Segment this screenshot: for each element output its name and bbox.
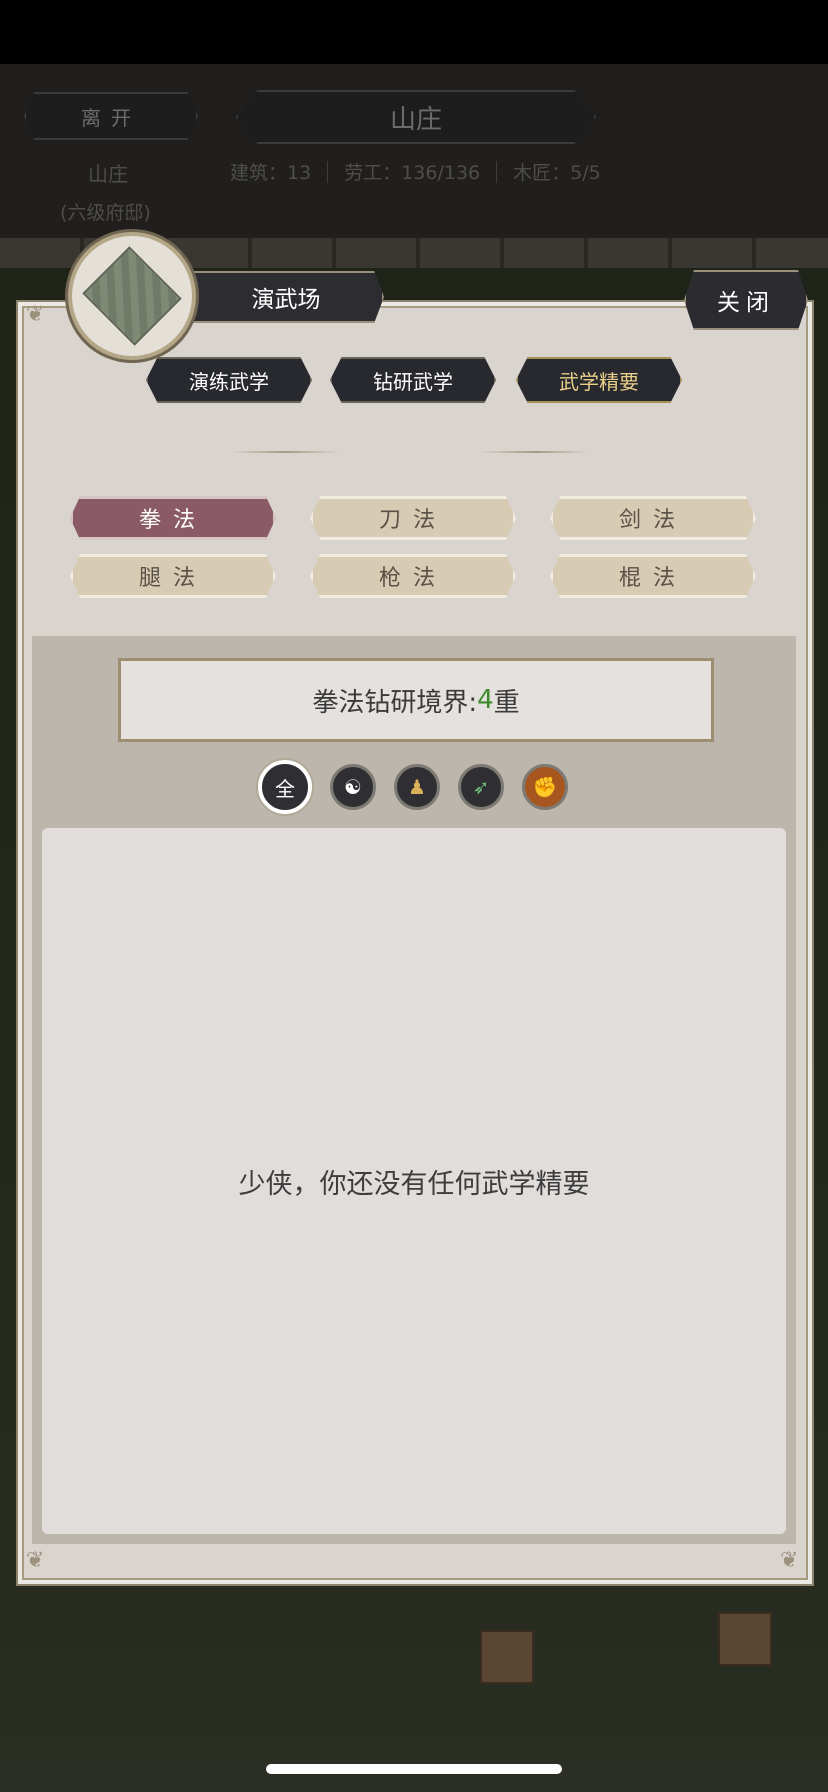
crate-decoration xyxy=(480,1630,534,1684)
style-chip-fist[interactable]: 拳法 xyxy=(70,496,276,540)
stat-laborers: 劳工：136/136 xyxy=(344,162,481,184)
stat-buildings: 建筑：13 xyxy=(230,162,312,184)
tab-practice[interactable]: 演练武学 xyxy=(146,357,312,403)
building-name: 演武场 xyxy=(188,271,384,323)
close-button[interactable]: 关闭 xyxy=(684,270,808,330)
style-chip-kick[interactable]: 腿法 xyxy=(70,554,276,598)
stat-carpenters: 木匠：5/5 xyxy=(513,162,601,184)
status-bar-area xyxy=(0,0,828,64)
location-name: 山庄 xyxy=(88,162,128,186)
page-title: 山庄 xyxy=(236,90,596,144)
stat-divider xyxy=(496,160,498,183)
corner-ornament: ❦ xyxy=(26,1548,45,1573)
corner-ornament: ❦ xyxy=(26,302,45,327)
all-icon[interactable]: 全 xyxy=(258,760,312,814)
body-icon[interactable]: ♟ xyxy=(394,764,440,810)
stats-row: 建筑：13 劳工：136/136 木匠：5/5 xyxy=(230,158,601,185)
realm-suffix: 重 xyxy=(493,687,520,718)
location-rank: (六级府邸) xyxy=(60,202,151,224)
training-ground-icon xyxy=(68,232,196,360)
tab-essentials[interactable]: 武学精要 xyxy=(516,357,682,403)
divider-ornament xyxy=(230,451,340,453)
filter-row: 全 ☯ ♟ ➶ ✊ xyxy=(258,760,568,814)
style-chip-spear[interactable]: 枪法 xyxy=(310,554,516,598)
realm-banner: 拳法钻研境界: 4 重 xyxy=(118,658,714,742)
home-indicator[interactable] xyxy=(266,1764,562,1774)
realm-prefix: 拳法钻研境界: xyxy=(312,687,478,718)
leave-button[interactable]: 离开 xyxy=(24,92,198,140)
style-chip-sword[interactable]: 剑法 xyxy=(550,496,756,540)
realm-level: 4 xyxy=(477,685,494,715)
fist-icon[interactable]: ✊ xyxy=(522,764,568,810)
divider-ornament xyxy=(480,451,590,453)
style-chip-blade[interactable]: 刀法 xyxy=(310,496,516,540)
style-chip-staff[interactable]: 棍法 xyxy=(550,554,756,598)
tab-research[interactable]: 钻研武学 xyxy=(330,357,496,403)
boot-icon[interactable]: ➶ xyxy=(458,764,504,810)
stat-divider xyxy=(327,160,329,183)
crate-decoration xyxy=(718,1612,772,1666)
corner-ornament: ❦ xyxy=(780,1548,799,1573)
yin-yang-icon[interactable]: ☯ xyxy=(330,764,376,810)
empty-message: 少侠，你还没有任何武学精要 xyxy=(238,1168,590,1200)
essentials-list: 少侠，你还没有任何武学精要 xyxy=(42,828,786,1534)
